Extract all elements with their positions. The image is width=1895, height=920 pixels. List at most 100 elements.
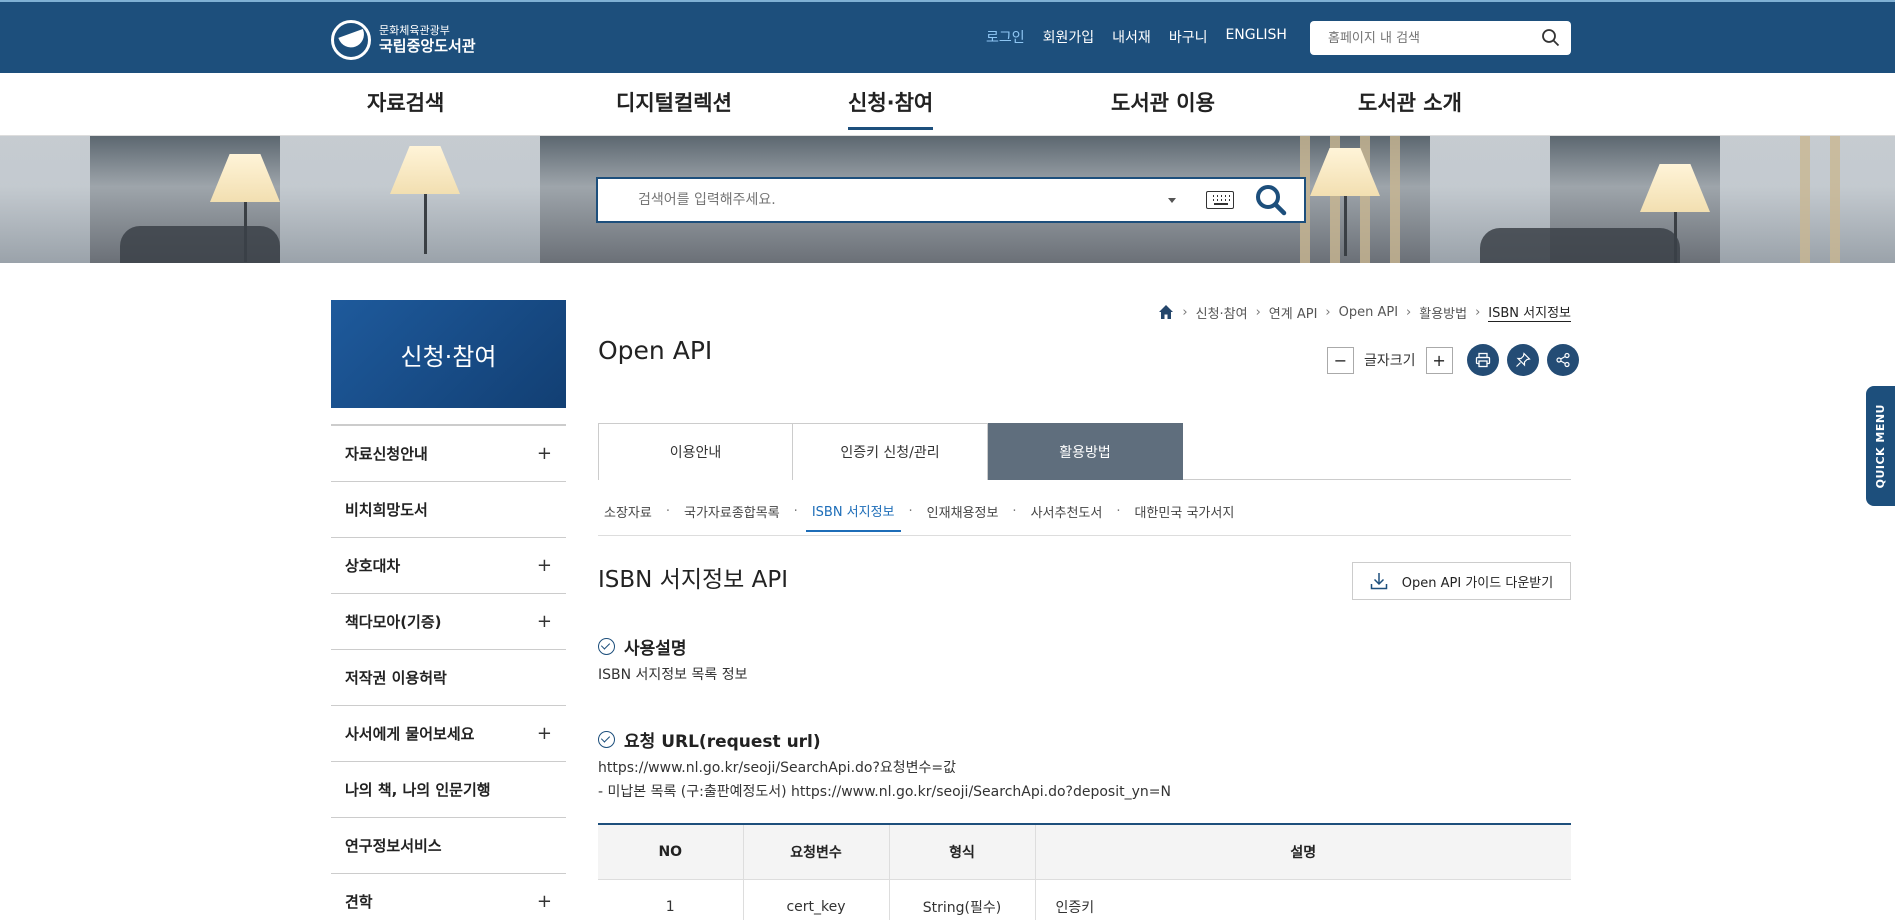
plus-icon[interactable]: + (537, 723, 552, 744)
breadcrumb-item[interactable]: 신청·참여 (1196, 303, 1248, 322)
subtab-union-catalog[interactable]: 국가자료종합목록 (678, 492, 786, 531)
nav-item-participation[interactable]: 신청·참여 (848, 87, 934, 130)
breadcrumb: › 신청·참여 › 연계 API › Open API › 활용방법 › ISB… (1158, 302, 1571, 322)
sidebar-item-label: 견학 (345, 893, 373, 911)
check-circle-icon (598, 731, 615, 748)
breadcrumb-item[interactable]: 활용방법 (1419, 303, 1467, 322)
usage-heading: 사용설명 (598, 634, 687, 659)
breadcrumb-item[interactable]: Open API (1339, 305, 1398, 320)
subtab-recommended[interactable]: 사서추천도서 (1025, 492, 1109, 531)
request-url-line-undeposited: - 미납본 목록 (구:출판예정도서) https://www.nl.go.kr… (598, 784, 1171, 800)
sidebar-item-label: 저작권 이용허락 (345, 669, 447, 687)
nav-item-search[interactable]: 자료검색 (367, 87, 444, 127)
sidebar-item[interactable]: 저작권 이용허락 (331, 650, 566, 706)
subtab-isbn[interactable]: ISBN 서지정보 (805, 491, 901, 532)
keyboard-icon[interactable] (1206, 191, 1234, 209)
sidebar-item[interactable]: 자료신청안내 + (331, 426, 566, 482)
guide-download-label: Open API 가이드 다운받기 (1401, 575, 1554, 591)
column-header: 형식 (889, 824, 1036, 880)
sidebar-item[interactable]: 사서에게 물어보세요 + (331, 706, 566, 762)
separator-dot: · (793, 504, 798, 519)
quick-menu-button[interactable]: QUICK MENU (1866, 386, 1895, 506)
separator-dot: · (1116, 504, 1121, 519)
breadcrumb-item[interactable]: 연계 API (1269, 303, 1318, 322)
logo-title: 국립중앙도서관 (379, 36, 476, 55)
pin-icon[interactable] (1506, 344, 1539, 376)
sub-tabs: 소장자료 · 국가자료종합목록 · ISBN 서지정보 · 인재채용정보 · 사… (598, 488, 1571, 536)
separator-dot: · (1012, 504, 1017, 519)
basket-link[interactable]: 바구니 (1169, 27, 1208, 47)
signup-link[interactable]: 회원가입 (1043, 27, 1095, 47)
search-icon[interactable] (1254, 183, 1288, 217)
font-decrease-button[interactable]: − (1327, 346, 1354, 374)
guide-download-button[interactable]: Open API 가이드 다운받기 (1352, 562, 1571, 600)
subtab-national-bibliography[interactable]: 대한민국 국가서지 (1128, 492, 1240, 531)
plus-icon[interactable]: + (537, 891, 552, 912)
download-icon (1370, 572, 1388, 590)
tab-how-to-use[interactable]: 활용방법 (988, 423, 1183, 480)
table-cell: 1 (598, 879, 744, 920)
request-params-table: NO 요청변수 형식 설명 1 cert_key String(필수) 인증키 (598, 823, 1571, 920)
sidebar-item[interactable]: 비치희망도서 (331, 482, 566, 538)
nav-item-library-use[interactable]: 도서관 이용 (1111, 87, 1215, 127)
catalog-search-input[interactable] (638, 192, 1168, 208)
english-link[interactable]: ENGLISH (1225, 27, 1287, 47)
usage-heading-text: 사용설명 (624, 639, 687, 659)
request-url-heading-text: 요청 URL(request url) (624, 732, 821, 752)
sidebar-item[interactable]: 연구정보서비스 (331, 818, 566, 874)
breadcrumb-current[interactable]: ISBN 서지정보 (1488, 302, 1571, 322)
tab-auth-key[interactable]: 인증키 신청/관리 (793, 423, 988, 480)
check-circle-icon (598, 638, 615, 655)
sidebar-item[interactable]: 책다모아(기증) + (331, 594, 566, 650)
subtab-recruitment[interactable]: 인재채용정보 (921, 492, 1005, 531)
content-tabs: 이용안내 인증키 신청/관리 활용방법 (598, 423, 1571, 480)
login-link[interactable]: 로그인 (986, 27, 1025, 47)
nav-item-digital-collection[interactable]: 디지털컬렉션 (616, 87, 732, 127)
plus-icon[interactable]: + (537, 611, 552, 632)
main-navigation: 자료검색 디지털컬렉션 신청·참여 도서관 이용 도서관 소개 (0, 73, 1895, 136)
chevron-right-icon: › (1325, 304, 1331, 320)
sidebar-item[interactable]: 나의 책, 나의 인문기행 (331, 762, 566, 818)
sidebar-item-label: 상호대차 (345, 557, 401, 575)
sidebar-item[interactable]: 견학 + (331, 874, 566, 920)
top-bar: 문화체육관광부 국립중앙도서관 로그인 회원가입 내서재 바구니 ENGLISH (0, 0, 1895, 73)
plus-icon[interactable]: + (537, 555, 552, 576)
column-header: NO (598, 824, 744, 880)
usage-text: ISBN 서지정보 목록 정보 (598, 667, 748, 683)
chevron-right-icon: › (1475, 304, 1481, 320)
subtab-holdings[interactable]: 소장자료 (598, 492, 658, 531)
column-header: 설명 (1035, 824, 1571, 880)
search-icon[interactable] (1541, 28, 1561, 48)
catalog-search-box (596, 177, 1306, 223)
font-increase-button[interactable]: + (1425, 346, 1453, 374)
request-url-line: https://www.nl.go.kr/seoji/SearchApi.do?… (598, 760, 957, 776)
sidebar-item-label: 자료신청안내 (345, 445, 428, 463)
sidebar-item[interactable]: 상호대차 + (331, 538, 566, 594)
chevron-down-icon[interactable] (1168, 197, 1176, 203)
print-icon[interactable] (1466, 344, 1499, 376)
tab-usage-guide[interactable]: 이용안내 (598, 423, 793, 480)
logo-emblem-icon (331, 20, 371, 60)
site-search-input[interactable] (1328, 30, 1541, 46)
share-icon[interactable] (1546, 344, 1579, 376)
separator-dot: · (908, 504, 913, 519)
separator-dot: · (665, 504, 670, 519)
plus-icon[interactable]: + (537, 443, 552, 464)
logo-subtitle: 문화체육관광부 (379, 24, 450, 38)
my-library-link[interactable]: 내서재 (1112, 27, 1151, 47)
site-search-box (1310, 21, 1571, 55)
logo[interactable]: 문화체육관광부 국립중앙도서관 (331, 20, 476, 60)
quick-menu-label: QUICK MENU (1874, 403, 1887, 489)
chevron-right-icon: › (1182, 304, 1188, 320)
font-size-label: 글자크기 (1364, 353, 1416, 369)
nav-item-about[interactable]: 도서관 소개 (1358, 87, 1462, 127)
chevron-right-icon: › (1406, 304, 1412, 320)
sidebar-item-label: 비치희망도서 (345, 501, 428, 519)
request-url-heading: 요청 URL(request url) (598, 727, 821, 752)
sidebar-menu: 자료신청안내 + 비치희망도서 상호대차 + 책다모아(기증) + 저작권 이용허락 … (331, 424, 566, 920)
sidebar-item-label: 연구정보서비스 (345, 837, 442, 855)
page-tools: − 글자크기 + (1327, 344, 1579, 376)
home-icon[interactable] (1158, 304, 1174, 320)
sidebar-item-label: 사서에게 물어보세요 (345, 725, 475, 743)
sidebar-title: 신청·참여 (331, 300, 566, 408)
